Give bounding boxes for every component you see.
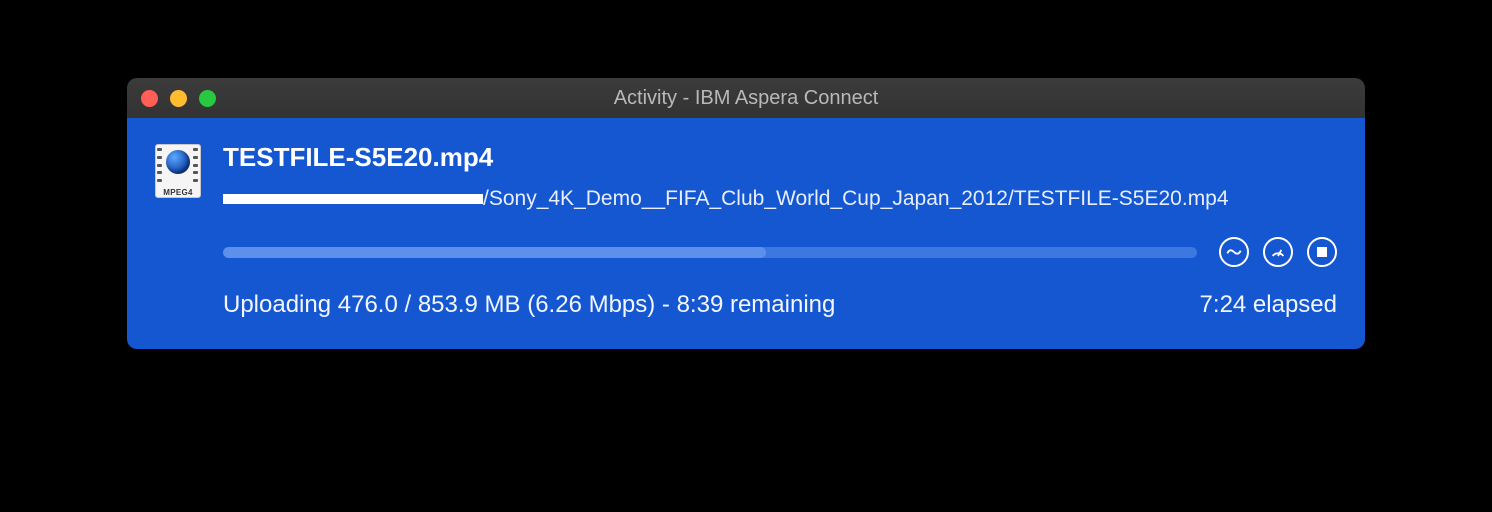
- activity-window: Activity - IBM Aspera Connect MPEG4 TEST…: [127, 78, 1365, 349]
- titlebar[interactable]: Activity - IBM Aspera Connect: [127, 78, 1365, 118]
- transfer-panel: MPEG4 TESTFILE-S5E20.mp4 /Sony_4K_Demo__…: [127, 118, 1365, 349]
- progress-row: [223, 237, 1337, 267]
- activity-chart-icon: [1226, 244, 1242, 260]
- traffic-lights: [141, 90, 216, 107]
- elapsed-text: 7:24 elapsed: [1200, 291, 1337, 319]
- rate-button[interactable]: [1263, 237, 1293, 267]
- redacted-path-segment: [223, 194, 483, 204]
- file-path: /Sony_4K_Demo__FIFA_Club_World_Cup_Japan…: [223, 187, 1337, 211]
- transfer-controls: [1219, 237, 1337, 267]
- close-window-button[interactable]: [141, 90, 158, 107]
- file-type-label: MPEG4: [155, 188, 201, 197]
- stop-icon: [1316, 246, 1328, 258]
- speedometer-icon: [1270, 244, 1286, 260]
- file-type-icon: MPEG4: [155, 144, 201, 198]
- file-path-suffix: /Sony_4K_Demo__FIFA_Club_World_Cup_Japan…: [483, 187, 1229, 211]
- file-name: TESTFILE-S5E20.mp4: [223, 142, 1337, 173]
- quicktime-icon: [166, 150, 190, 174]
- progress-bar: [223, 247, 1197, 258]
- chart-button[interactable]: [1219, 237, 1249, 267]
- transfer-details: TESTFILE-S5E20.mp4 /Sony_4K_Demo__FIFA_C…: [223, 142, 1337, 319]
- maximize-window-button[interactable]: [199, 90, 216, 107]
- progress-fill: [223, 247, 766, 258]
- window-title: Activity - IBM Aspera Connect: [127, 87, 1365, 110]
- status-row: Uploading 476.0 / 853.9 MB (6.26 Mbps) -…: [223, 291, 1337, 319]
- stop-button[interactable]: [1307, 237, 1337, 267]
- minimize-window-button[interactable]: [170, 90, 187, 107]
- status-text: Uploading 476.0 / 853.9 MB (6.26 Mbps) -…: [223, 291, 835, 319]
